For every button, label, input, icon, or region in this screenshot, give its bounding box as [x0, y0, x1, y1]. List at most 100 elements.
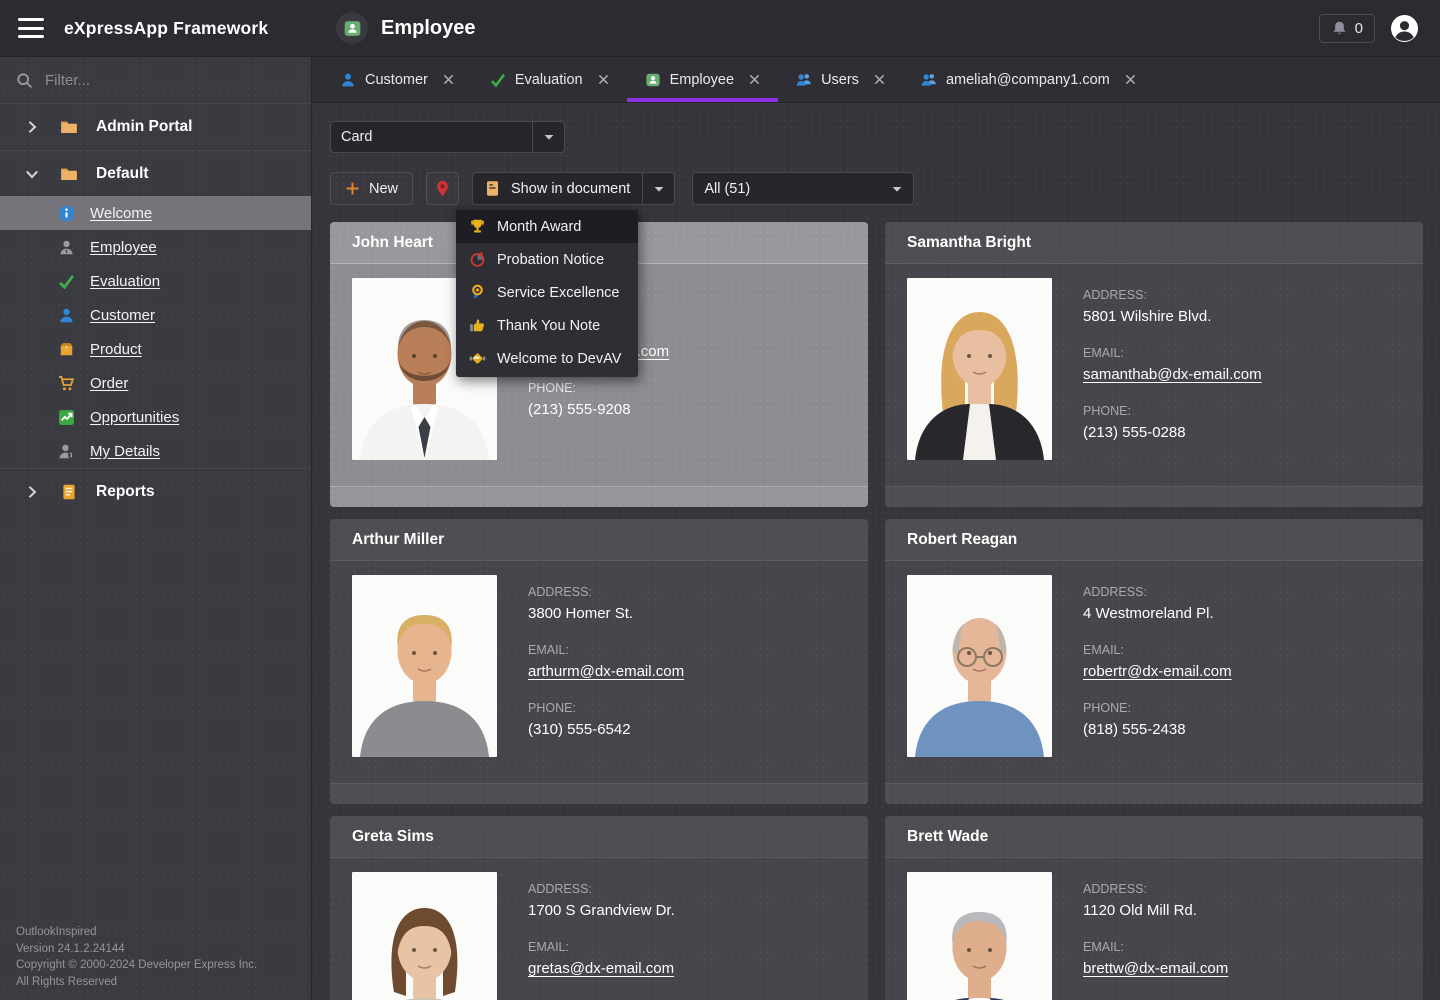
sidebar-item-my-details[interactable]: My Details	[0, 434, 311, 468]
phone-label: PHONE:	[528, 701, 684, 715]
address-value: 5801 Wilshire Blvd.	[1083, 308, 1262, 325]
sidebar-group-admin-portal[interactable]: Admin Portal	[0, 104, 311, 150]
field-phone: PHONE:(213) 555-0288	[1083, 404, 1262, 441]
close-icon[interactable]	[874, 74, 885, 85]
menu-item-welcome-to-devav[interactable]: Welcome to DevAV	[456, 342, 638, 375]
menu-item-label: Service Excellence	[497, 285, 620, 301]
employee-badge-icon	[645, 72, 661, 88]
address-value: 1120 Old Mill Rd.	[1083, 902, 1228, 919]
sidebar-item-evaluation[interactable]: Evaluation	[0, 264, 311, 298]
reports-icon	[60, 483, 78, 501]
employee-card-footer	[885, 486, 1423, 507]
employee-card-samantha-bright[interactable]: Samantha Bright ADDRESS:5801 Wilshire Blv…	[885, 222, 1423, 507]
menu-item-thank-you-note[interactable]: Thank You Note	[456, 309, 638, 342]
employee-photo	[907, 872, 1052, 1000]
filter-input[interactable]	[45, 72, 295, 89]
sidebar-item-product[interactable]: Product	[0, 332, 311, 366]
email-value[interactable]: samanthab@dx-email.com	[1083, 366, 1262, 383]
chevron-down-icon[interactable]	[881, 173, 913, 204]
tab-bar: Customer Evaluation EmployeeUsersameliah@c…	[312, 57, 1440, 103]
sidebar-item-customer[interactable]: Customer	[0, 298, 311, 332]
close-icon[interactable]	[1125, 74, 1136, 85]
employee-details: ADDRESS:4 Westmoreland Pl.EMAIL:robertr@…	[1083, 575, 1232, 783]
customer-person-icon	[58, 307, 75, 324]
tab-evaluation[interactable]: Evaluation	[472, 57, 627, 102]
email-value[interactable]: gretas@dx-email.com	[528, 960, 675, 977]
topbar-left: eXpressApp Framework	[0, 18, 312, 39]
sidebar-item-welcome[interactable]: Welcome	[0, 196, 311, 230]
app-version-line: OutlookInspired	[16, 924, 257, 941]
chevron-down-icon	[24, 166, 40, 182]
user-avatar-icon[interactable]	[1391, 15, 1418, 42]
sidebar-item-employee[interactable]: Employee	[0, 230, 311, 264]
records-filter-select[interactable]: All (51)	[692, 172, 914, 205]
plus-icon	[345, 181, 360, 196]
notifications-button[interactable]: 0	[1319, 14, 1375, 43]
field-address: ADDRESS:5801 Wilshire Blvd.	[1083, 288, 1262, 325]
employee-card-robert-reagan[interactable]: Robert ReaganADDRESS:4 Westmoreland Pl.E…	[885, 519, 1423, 804]
tab-label: Evaluation	[515, 72, 583, 88]
thumbs-up-icon	[469, 317, 486, 334]
chevron-down-icon[interactable]	[642, 173, 674, 204]
email-label: EMAIL:	[1083, 346, 1262, 360]
sidebar-item-label: Welcome	[90, 205, 152, 222]
field-address: ADDRESS:3800 Homer St.	[528, 585, 684, 622]
page-title: Employee	[381, 17, 475, 40]
my-details-icon	[58, 443, 75, 460]
menu-item-probation-notice[interactable]: Probation Notice	[456, 243, 638, 276]
email-value[interactable]: brettw@dx-email.com	[1083, 960, 1228, 977]
email-value[interactable]: robertr@dx-email.com	[1083, 663, 1232, 680]
hamburger-menu-button[interactable]	[18, 18, 44, 38]
folder-icon	[60, 165, 78, 183]
field-email: EMAIL:arthurm@dx-email.com	[528, 643, 684, 680]
tab-customer[interactable]: Customer	[322, 57, 472, 102]
app-version-line: All Rights Reserved	[16, 974, 257, 991]
field-phone: PHONE:(213) 555-9208	[528, 381, 669, 418]
tab-employee[interactable]: Employee	[627, 57, 778, 102]
field-address: ADDRESS:4 Westmoreland Pl.	[1083, 585, 1232, 622]
address-value: 4 Westmoreland Pl.	[1083, 605, 1232, 622]
sidebar-item-label: Employee	[90, 239, 157, 256]
handshake-icon	[469, 350, 486, 367]
address-value: 1700 S Grandview Dr.	[528, 902, 675, 919]
employee-card-body: ADDRESS:3800 Homer St. EMAIL:arthurm@dx-e…	[330, 561, 868, 783]
view-mode-select[interactable]: Card	[330, 121, 565, 153]
employee-card-footer	[330, 783, 868, 804]
field-phone: PHONE: (310) 555-6542	[528, 701, 684, 738]
employee-person-icon	[58, 239, 75, 256]
chevron-down-icon[interactable]	[532, 122, 564, 152]
employee-photo	[907, 575, 1052, 757]
trophy-icon	[469, 218, 486, 235]
close-icon[interactable]	[443, 74, 454, 85]
close-icon[interactable]	[749, 74, 760, 85]
tab-users[interactable]: Users	[778, 57, 903, 102]
sidebar-item-opportunities[interactable]: Opportunities	[0, 400, 311, 434]
show-in-document-button[interactable]: Show in document	[472, 172, 675, 205]
employee-details: ADDRESS:3800 Homer St. EMAIL:arthurm@dx-e…	[528, 575, 684, 783]
menu-item-month-award[interactable]: Month Award	[456, 210, 638, 243]
show-in-document-label: Show in document	[511, 181, 630, 197]
employee-card-body: ADDRESS:1700 S Grandview Dr.EMAIL:gretas…	[330, 858, 868, 1000]
toolbar: New Show in document All (51)	[330, 172, 1423, 205]
map-pin-button[interactable]	[426, 172, 459, 205]
field-email: EMAIL:gretas@dx-email.com	[528, 940, 675, 977]
employee-card-arthur-miller[interactable]: Arthur MillerADDRESS:3800 Homer St.EMAIL…	[330, 519, 868, 804]
sidebar-group-default[interactable]: Default	[0, 150, 311, 196]
tab-ameliah-company1-com[interactable]: ameliah@company1.com	[903, 57, 1154, 102]
phone-value: (310) 555-6542	[528, 721, 684, 738]
records-filter-value: All (51)	[693, 181, 881, 197]
new-button[interactable]: New	[330, 172, 413, 205]
email-value[interactable]: arthurm@dx-email.com	[528, 663, 684, 680]
sidebar-group-reports[interactable]: Reports	[0, 468, 311, 514]
employee-card-greta-sims[interactable]: Greta Sims ADDRESS:1700 S Grandview Dr.EM…	[330, 816, 868, 1000]
employee-card-name: Samantha Bright	[885, 222, 1423, 264]
sidebar-item-order[interactable]: Order	[0, 366, 311, 400]
opportunities-chart-icon	[58, 409, 75, 426]
employee-card-name: Greta Sims	[330, 816, 868, 858]
employee-details: ADDRESS:1700 S Grandview Dr.EMAIL:gretas…	[528, 872, 675, 1000]
close-icon[interactable]	[598, 74, 609, 85]
address-label: ADDRESS:	[1083, 882, 1228, 896]
new-button-label: New	[369, 181, 398, 197]
menu-item-service-excellence[interactable]: Service Excellence	[456, 276, 638, 309]
employee-card-brett-wade[interactable]: Brett WadeADDRESS:1120 Old Mill Rd.EMAIL…	[885, 816, 1423, 1000]
